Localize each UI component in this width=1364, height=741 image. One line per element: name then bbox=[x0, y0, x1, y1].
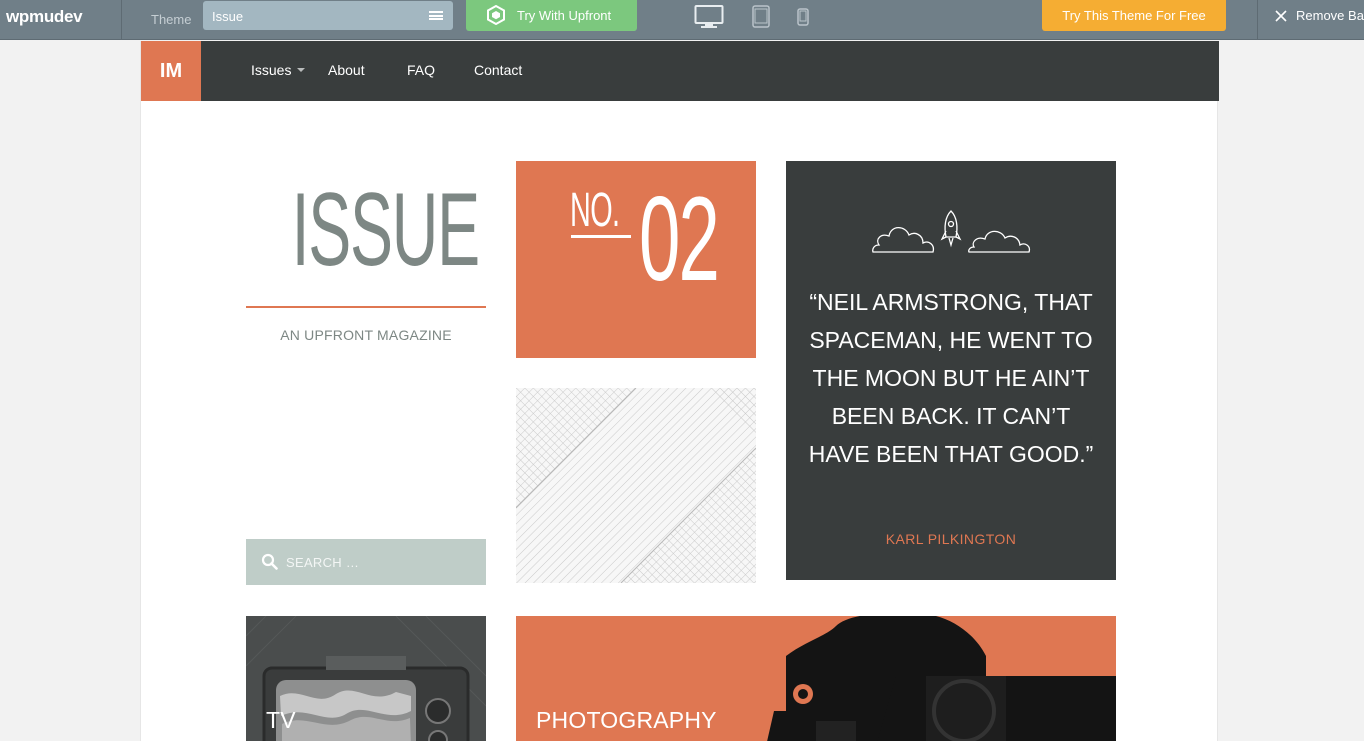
category-tile-tv[interactable]: TV bbox=[246, 616, 486, 741]
divider bbox=[121, 0, 122, 40]
wpmudev-logo[interactable]: wpmudev bbox=[6, 7, 83, 27]
chevron-pattern-graphic bbox=[516, 388, 756, 583]
theme-select-value: Issue bbox=[212, 9, 244, 24]
masthead-title: ISSUE bbox=[291, 172, 481, 288]
nav-item-about[interactable]: About bbox=[328, 62, 365, 78]
issue-number: 02 bbox=[639, 172, 720, 306]
search-box bbox=[246, 539, 486, 585]
remove-bar-button[interactable]: Remove Ba bbox=[1258, 0, 1364, 40]
search-icon bbox=[261, 553, 278, 570]
close-icon bbox=[1275, 10, 1287, 22]
nav-item-issues[interactable]: Issues bbox=[251, 62, 306, 78]
mobile-icon[interactable] bbox=[797, 8, 809, 26]
divider bbox=[246, 306, 486, 308]
issue-number-prefix: NO. bbox=[570, 184, 620, 237]
try-theme-free-button[interactable]: Try This Theme For Free bbox=[1042, 0, 1226, 31]
theme-label: Theme bbox=[151, 12, 192, 27]
main-navigation: IM Issues About FAQ Contact bbox=[141, 41, 1219, 101]
tile-label: PHOTOGRAPHY bbox=[536, 707, 717, 733]
masthead-subtitle: AN UPFRONT MAGAZINE bbox=[280, 327, 452, 343]
quote-block: “NEIL ARMSTRONG, THAT SPACEMAN, HE WENT … bbox=[786, 161, 1116, 580]
quote-author: KARL PILKINGTON bbox=[885, 531, 1017, 547]
quote-text: “NEIL ARMSTRONG, THAT SPACEMAN, HE WENT … bbox=[808, 289, 1094, 467]
category-tile-photography[interactable]: PHOTOGRAPHY bbox=[516, 616, 1116, 741]
tile-label: TV bbox=[266, 707, 296, 733]
try-with-upfront-button[interactable]: Try With Upfront bbox=[466, 0, 637, 31]
issue-number-block: NO. 02 bbox=[516, 161, 756, 358]
theme-select[interactable]: Issue bbox=[203, 1, 453, 30]
site-preview: IM Issues About FAQ Contact ISSUE AN UPF… bbox=[140, 41, 1219, 741]
try-with-upfront-label: Try With Upfront bbox=[517, 8, 612, 23]
site-logo[interactable]: IM bbox=[141, 41, 201, 101]
remove-bar-label: Remove Ba bbox=[1296, 8, 1364, 23]
rocket-clouds-icon bbox=[872, 210, 1031, 253]
menu-icon bbox=[429, 11, 443, 20]
divider bbox=[571, 235, 631, 238]
search-input[interactable] bbox=[286, 539, 476, 585]
upfront-icon bbox=[487, 5, 505, 25]
nav-item-contact[interactable]: Contact bbox=[474, 62, 522, 78]
nav-item-faq[interactable]: FAQ bbox=[407, 62, 435, 78]
pattern-tile bbox=[516, 388, 756, 583]
nav-item-label: Issues bbox=[251, 62, 292, 78]
demo-toolbar: wpmudev Theme Issue Try With Upfront Try… bbox=[0, 0, 1364, 40]
tablet-icon[interactable] bbox=[752, 5, 770, 29]
desktop-icon[interactable] bbox=[694, 5, 724, 29]
chevron-down-icon bbox=[297, 68, 306, 72]
